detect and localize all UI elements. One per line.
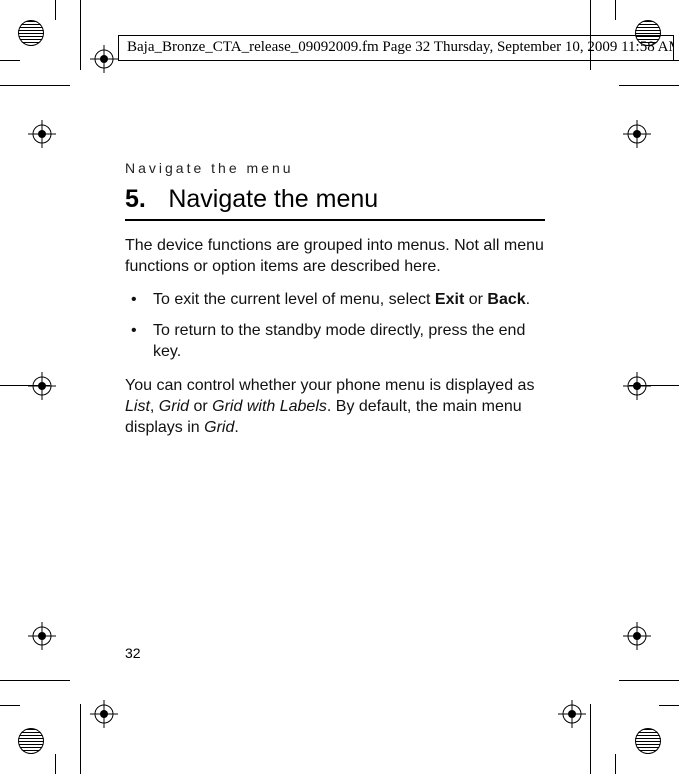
registration-mark-icon [623, 622, 651, 650]
slug-text: Baja_Bronze_CTA_release_09092009.fm Page… [127, 39, 674, 55]
registration-mark-icon [90, 700, 118, 728]
bullet-list: To exit the current level of menu, selec… [125, 289, 550, 362]
closing-paragraph: You can control whether your phone menu … [125, 375, 550, 438]
registration-mark-icon [623, 120, 651, 148]
registration-mark-icon [28, 622, 56, 650]
bullet-item: To return to the standby mode directly, … [147, 320, 550, 362]
intro-paragraph: The device functions are grouped into me… [125, 235, 550, 277]
section-number: 5. [125, 185, 146, 213]
section-heading: 5. Navigate the menu [125, 185, 555, 214]
bullet-item: To exit the current level of menu, selec… [147, 289, 550, 310]
registration-mark-icon [28, 120, 56, 148]
corner-circle-icon [18, 20, 44, 46]
registration-mark-icon [90, 45, 118, 73]
section-title: Navigate the menu [168, 185, 378, 213]
section-rule [125, 219, 545, 221]
body-text: The device functions are grouped into me… [125, 235, 550, 450]
corner-circle-icon [635, 728, 661, 754]
running-head: Navigate the menu [125, 160, 294, 176]
registration-mark-icon [558, 700, 586, 728]
registration-mark-icon [28, 372, 56, 400]
document-slug: Baja_Bronze_CTA_release_09092009.fm Page… [118, 35, 674, 61]
corner-circle-icon [18, 728, 44, 754]
page-number: 32 [125, 645, 141, 661]
registration-mark-icon [623, 372, 651, 400]
